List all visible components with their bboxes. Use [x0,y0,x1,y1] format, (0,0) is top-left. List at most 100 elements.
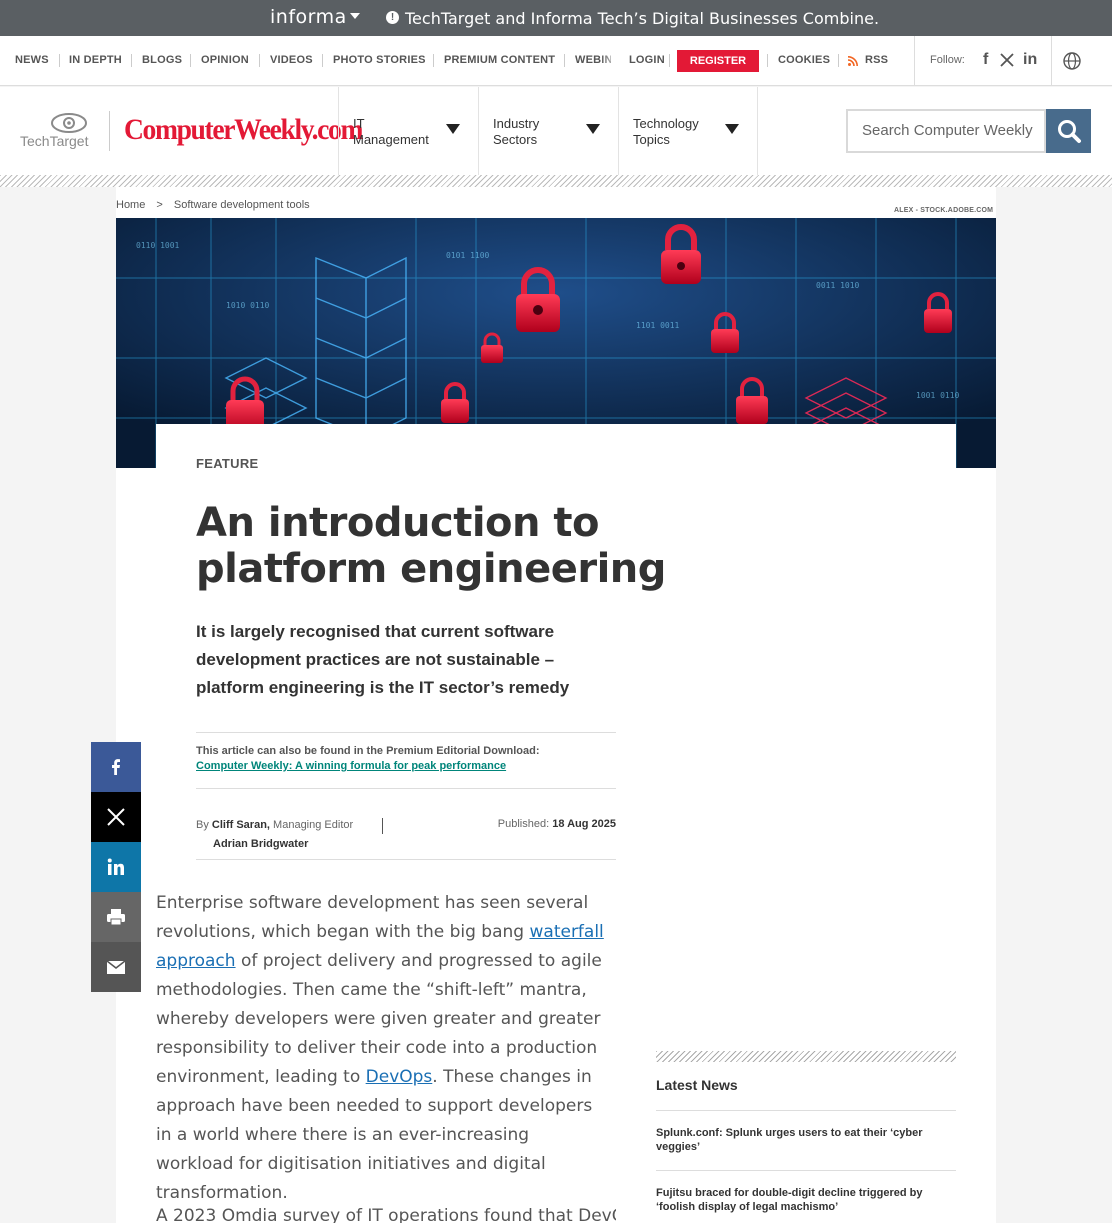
informa-banner: informa ! TechTarget and Informa Tech’s … [0,0,1112,36]
news-stripe [656,1051,956,1062]
follow-label: Follow: [930,54,965,66]
nav-premium-content[interactable]: PREMIUM CONTENT [444,54,555,66]
informa-message[interactable]: TechTarget and Informa Tech’s Digital Bu… [405,9,879,28]
header-stripe [0,175,1112,187]
nav-divider [131,54,132,67]
news-divider [656,1170,956,1171]
nav-in-depth[interactable]: IN DEPTH [69,54,122,66]
body-text: . These changes in approach have been ne… [156,1067,593,1203]
globe-icon[interactable] [1062,51,1082,71]
author-role: Managing Editor [273,819,354,831]
byline: By Cliff Saran, Managing Editor Adrian B… [196,818,616,860]
share-facebook-button[interactable] [91,742,141,792]
email-button[interactable] [91,942,141,992]
menu-industry-sectors[interactable]: Industry Sectors [478,87,618,175]
svg-text:0101 1100: 0101 1100 [446,251,490,260]
image-credit: ALEX - STOCK.ADOBE.COM [894,207,994,214]
rss-link[interactable]: RSS [865,54,888,66]
logo-divider [109,111,110,151]
nav-divider [59,54,60,67]
print-icon [107,909,125,926]
svg-text:1101 0011: 1101 0011 [636,321,680,330]
author-name[interactable]: Adrian Bridgwater [213,838,308,850]
breadcrumb-separator: > [156,199,163,211]
published-value: 18 Aug 2025 [552,818,616,830]
premium-editorial-download: This article can also be found in the Pr… [196,732,616,789]
svg-text:0011 1010: 0011 1010 [816,281,860,290]
svg-text:1001 0110: 1001 0110 [916,391,960,400]
techtarget-logo[interactable]: TechTarget [20,111,96,151]
latest-news-heading: Latest News [656,1077,738,1093]
menu-it-management[interactable]: IT Management [338,87,478,175]
nav-divider [767,54,768,67]
search-button[interactable] [1046,109,1091,153]
svg-text:0110 1001: 0110 1001 [136,241,180,250]
x-icon [107,808,125,826]
author-line: By Cliff Saran, Managing Editor [196,819,353,831]
techtarget-logo-text: TechTarget [20,133,89,149]
news-item[interactable]: Splunk.conf: Splunk urges users to eat t… [656,1126,956,1154]
menu-label: Technology Topics [633,116,699,147]
menu-technology-topics[interactable]: Technology Topics [618,87,758,175]
news-item[interactable]: Fujitsu braced for double-digit decline … [656,1186,956,1214]
nav-divider [564,54,565,67]
breadcrumb-home[interactable]: Home [116,199,145,211]
edl-link[interactable]: Computer Weekly: A winning formula for p… [196,760,506,772]
search-icon [1058,120,1081,143]
nav-divider [669,54,670,67]
eye-icon [51,113,87,133]
share-x-button[interactable] [91,792,141,842]
nav-photo-stories[interactable]: PHOTO STORIES [333,54,426,66]
rss-icon[interactable] [848,56,858,66]
edl-label: This article can also be found in the Pr… [196,745,540,757]
breadcrumb-current[interactable]: Software development tools [174,199,310,211]
byline-divider [382,818,383,834]
article-header-card [156,424,956,484]
x-icon[interactable] [1000,53,1014,67]
nav-divider [838,54,839,67]
linkedin-icon [107,858,124,875]
informa-logo[interactable]: informa [270,6,347,28]
devops-link[interactable]: DevOps [366,1067,433,1087]
cookies-link[interactable]: COOKIES [778,54,830,66]
chevron-down-icon [725,124,739,134]
share-linkedin-button[interactable] [91,842,141,892]
top-navigation: NEWS IN DEPTH BLOGS OPINION VIDEOS PHOTO… [0,36,1112,86]
nav-divider [433,54,434,67]
article-title: An introduction to platform engineering [196,500,666,592]
menu-label: IT Management [353,116,429,147]
body-text: Enterprise software development has seen… [156,893,589,942]
nav-divider [190,54,191,67]
nav-fade [600,46,622,76]
article-body-paragraph: A 2023 Omdia survey of IT operations fou… [156,1206,616,1223]
computerweekly-logo[interactable]: ComputerWeekly.com [124,113,363,147]
print-button[interactable] [91,892,141,942]
nav-divider [322,54,323,67]
author-name[interactable]: Cliff Saran, [212,819,270,831]
published-label: Published: [497,818,550,830]
article-type-label: FEATURE [196,456,259,471]
login-link[interactable]: LOGIN [629,54,665,66]
search-input[interactable]: Search Computer Weekly [846,109,1046,153]
news-divider [656,1110,956,1111]
register-button[interactable]: REGISTER [677,50,759,72]
nav-divider [1051,36,1052,86]
info-icon: ! [386,11,399,24]
nav-blogs[interactable]: BLOGS [142,54,182,66]
nav-opinion[interactable]: OPINION [201,54,249,66]
facebook-icon [112,759,120,775]
menu-label: Industry Sectors [493,116,540,147]
site-header: TechTarget ComputerWeekly.com IT Managem… [0,87,1112,175]
published-date: Published: 18 Aug 2025 [498,818,616,830]
nav-videos[interactable]: VIDEOS [270,54,313,66]
nav-news[interactable]: NEWS [15,54,49,66]
article-body-paragraph: Enterprise software development has seen… [156,889,606,1208]
by-label: By [196,819,209,831]
chevron-down-icon [586,124,600,134]
breadcrumb: Home > Software development tools [116,199,318,211]
chevron-down-icon [446,124,460,134]
linkedin-icon[interactable]: in [1023,51,1037,69]
chevron-down-icon[interactable] [350,13,360,19]
facebook-icon[interactable]: f [983,51,988,69]
email-icon [106,960,126,974]
